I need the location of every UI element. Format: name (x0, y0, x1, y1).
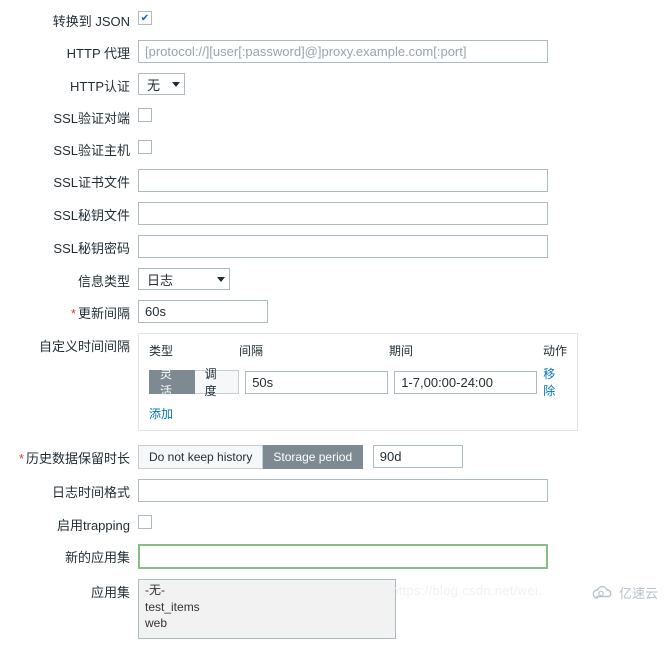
http-proxy-label: HTTP 代理 (14, 40, 138, 62)
col-interval: 间隔 (239, 340, 389, 361)
ssl-verify-host-checkbox[interactable] (138, 140, 152, 154)
appset-listbox[interactable]: -无- test_items web (138, 579, 396, 639)
new-appset-label: 新的应用集 (14, 544, 138, 566)
type-flexible-button[interactable]: 灵活 (149, 370, 195, 394)
col-period: 期间 (389, 340, 541, 361)
update-interval-label: *更新间隔 (14, 300, 138, 322)
appset-option[interactable]: web (139, 615, 395, 631)
faint-watermark: https://blog.csdn.net/wei. (391, 583, 542, 598)
new-appset-input[interactable] (138, 544, 548, 569)
convert-json-label: 转换到 JSON (14, 8, 138, 30)
chevron-down-icon (217, 277, 225, 282)
appset-option[interactable]: -无- (139, 580, 395, 599)
custom-interval-box: 类型 间隔 期间 动作 灵活 调度 移除 添加 (138, 333, 578, 431)
history-label: *历史数据保留时长 (14, 445, 138, 467)
enable-trapping-checkbox[interactable] (138, 515, 152, 529)
info-type-select[interactable]: 日志 (138, 268, 230, 290)
ssl-cert-file-label: SSL证书文件 (14, 169, 138, 191)
log-time-format-label: 日志时间格式 (14, 479, 138, 501)
history-value-input[interactable] (373, 445, 463, 468)
convert-json-checkbox[interactable] (138, 11, 152, 25)
appset-label: 应用集 (14, 579, 138, 601)
ssl-key-file-label: SSL秘钥文件 (14, 202, 138, 224)
ssl-verify-peer-checkbox[interactable] (138, 108, 152, 122)
http-auth-value: 无 (147, 75, 160, 94)
watermark-text: 亿速云 (619, 583, 658, 602)
cloud-icon (591, 585, 613, 601)
ssl-key-pass-input[interactable] (138, 235, 548, 258)
info-type-label: 信息类型 (14, 268, 138, 290)
watermark: 亿速云 (591, 583, 658, 602)
ssl-key-pass-label: SSL秘钥密码 (14, 235, 138, 257)
ssl-verify-peer-label: SSL验证对端 (14, 105, 138, 127)
log-time-format-input[interactable] (138, 479, 548, 502)
storage-period-button[interactable]: Storage period (263, 445, 363, 469)
update-interval-input[interactable] (138, 300, 268, 323)
http-proxy-input[interactable] (138, 40, 548, 63)
period-value-input[interactable] (394, 371, 537, 394)
remove-link[interactable]: 移除 (543, 365, 567, 399)
type-schedule-button[interactable]: 调度 (195, 370, 240, 394)
interval-value-input[interactable] (245, 371, 388, 394)
add-link[interactable]: 添加 (149, 407, 173, 421)
ssl-verify-host-label: SSL验证主机 (14, 137, 138, 159)
custom-interval-label: 自定义时间间隔 (14, 333, 138, 355)
col-type: 类型 (149, 340, 239, 361)
interval-type-group: 灵活 调度 (149, 370, 239, 394)
chevron-down-icon (172, 82, 180, 87)
enable-trapping-label: 启用trapping (14, 512, 138, 534)
http-auth-label: HTTP认证 (14, 73, 138, 95)
history-group: Do not keep history Storage period (138, 445, 363, 469)
ssl-key-file-input[interactable] (138, 202, 548, 225)
col-action: 动作 (541, 340, 567, 361)
ssl-cert-file-input[interactable] (138, 169, 548, 192)
appset-option[interactable]: test_items (139, 599, 395, 615)
do-not-keep-button[interactable]: Do not keep history (138, 445, 263, 469)
info-type-value: 日志 (147, 270, 173, 289)
http-auth-select[interactable]: 无 (138, 73, 185, 95)
